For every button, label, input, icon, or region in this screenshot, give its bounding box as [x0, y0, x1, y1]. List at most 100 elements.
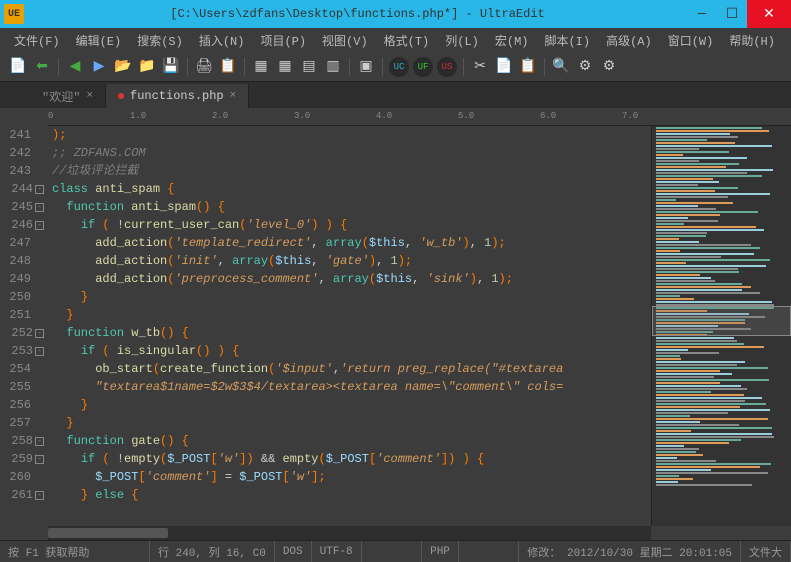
tab[interactable]: "欢迎"×	[30, 84, 106, 108]
menu-item[interactable]: 插入(N)	[193, 30, 251, 51]
status-language[interactable]: PHP	[422, 541, 459, 562]
fold-toggle-icon[interactable]: -	[35, 221, 44, 230]
tool4-icon[interactable]: ▥	[323, 57, 343, 77]
minimap[interactable]	[651, 126, 791, 526]
fold-toggle-icon[interactable]: -	[35, 347, 44, 356]
minimap-line	[656, 205, 698, 207]
code-line[interactable]: if ( !empty($_POST['w']) && empty($_POST…	[52, 450, 651, 468]
scrollbar-thumb[interactable]	[48, 528, 168, 538]
code-line[interactable]: }	[52, 396, 651, 414]
nav-left-icon[interactable]: ◀	[65, 57, 85, 77]
folder-icon[interactable]: 📁	[137, 57, 157, 77]
cut-icon[interactable]: ✂	[470, 57, 490, 77]
minimap-line	[656, 142, 735, 144]
code-line[interactable]: if ( !current_user_can('level_0') ) {	[52, 216, 651, 234]
code-line[interactable]: $_POST['comment'] = $_POST['w'];	[52, 468, 651, 486]
tool1-icon[interactable]: ▦	[251, 57, 271, 77]
ruler-mark: 7.0	[622, 111, 638, 121]
line-number: 248	[9, 252, 31, 270]
tab[interactable]: functions.php×	[106, 84, 249, 108]
us-icon[interactable]: US	[437, 57, 457, 77]
status-encoding[interactable]: UTF-8	[312, 541, 362, 562]
minimap-line	[656, 409, 770, 411]
code-line[interactable]: //垃圾评论拦截	[52, 162, 651, 180]
copy-icon[interactable]: 📄	[494, 57, 514, 77]
menu-item[interactable]: 文件(F)	[8, 30, 66, 51]
minimap-line	[656, 379, 769, 381]
code-line[interactable]: }	[52, 414, 651, 432]
tab-close-icon[interactable]: ×	[230, 90, 237, 102]
code-line[interactable]: function gate() {	[52, 432, 651, 450]
minimap-line	[656, 184, 698, 186]
uf-icon[interactable]: UF	[413, 57, 433, 77]
fold-toggle-icon[interactable]: -	[35, 185, 44, 194]
preview-icon[interactable]: 📋	[218, 57, 238, 77]
minimap-line	[656, 463, 771, 465]
minimap-line	[656, 448, 699, 450]
save-icon[interactable]: 💾	[161, 57, 181, 77]
minimap-line	[656, 196, 728, 198]
fold-toggle-icon[interactable]: -	[35, 203, 44, 212]
minimap-line	[656, 139, 707, 141]
tab-close-icon[interactable]: ×	[86, 90, 93, 102]
code-line[interactable]: );	[52, 126, 651, 144]
menu-item[interactable]: 格式(T)	[378, 30, 436, 51]
find-icon[interactable]: 🔍	[551, 57, 571, 77]
fold-toggle-icon[interactable]: -	[35, 329, 44, 338]
menu-item[interactable]: 视图(V)	[316, 30, 374, 51]
code-line[interactable]: function w_tb() {	[52, 324, 651, 342]
paste-icon[interactable]: 📋	[518, 57, 538, 77]
code-line[interactable]: function anti_spam() {	[52, 198, 651, 216]
menu-item[interactable]: 脚本(I)	[538, 30, 596, 51]
nav-right-icon[interactable]: ▶	[89, 57, 109, 77]
horizontal-scrollbar[interactable]	[48, 526, 651, 540]
menu-item[interactable]: 帮助(H)	[723, 30, 781, 51]
code-line[interactable]: }	[52, 288, 651, 306]
code-line[interactable]: } else {	[52, 486, 651, 504]
menu-item[interactable]: 搜索(S)	[131, 30, 189, 51]
code-line[interactable]: add_action('template_redirect', array($t…	[52, 234, 651, 252]
open-icon[interactable]: 📂	[113, 57, 133, 77]
tool6-icon[interactable]: ⚙	[575, 57, 595, 77]
menu-item[interactable]: 高级(A)	[600, 30, 658, 51]
code-line[interactable]: "textarea$1name=$2w$3$4/textarea><textar…	[52, 378, 651, 396]
minimap-line	[656, 226, 756, 228]
menu-item[interactable]: 项目(P)	[254, 30, 312, 51]
code-line[interactable]: class anti_spam {	[52, 180, 651, 198]
code-line[interactable]: add_action('init', array($this, 'gate'),…	[52, 252, 651, 270]
code-line[interactable]: ;; ZDFANS.COM	[52, 144, 651, 162]
minimap-viewport[interactable]	[652, 306, 791, 336]
line-gutter: 241242243244-245-246-247248249250251252-…	[0, 126, 48, 526]
status-eol[interactable]: DOS	[275, 541, 312, 562]
code-line[interactable]: ob_start(create_function('$input','retur…	[52, 360, 651, 378]
line-number: 245	[11, 198, 33, 216]
minimap-line	[656, 484, 752, 486]
minimize-button[interactable]: —	[687, 0, 717, 28]
tool3-icon[interactable]: ▤	[299, 57, 319, 77]
ruler-mark: 6.0	[540, 111, 556, 121]
menu-item[interactable]: 窗口(W)	[662, 30, 720, 51]
menu-item[interactable]: 宏(M)	[489, 30, 535, 51]
close-button[interactable]: ✕	[747, 0, 791, 28]
minimap-line	[656, 445, 684, 447]
code-line[interactable]: add_action('preprocess_comment', array($…	[52, 270, 651, 288]
menu-item[interactable]: 列(L)	[439, 30, 485, 51]
tool2-icon[interactable]: ▦	[275, 57, 295, 77]
line-number: 255	[9, 378, 31, 396]
fold-toggle-icon[interactable]: -	[35, 437, 44, 446]
print-icon[interactable]: 🖨	[194, 57, 214, 77]
titlebar[interactable]: UE [C:\Users\zdfans\Desktop\functions.ph…	[0, 0, 791, 28]
fold-toggle-icon[interactable]: -	[35, 455, 44, 464]
tool5-icon[interactable]: ▣	[356, 57, 376, 77]
tool7-icon[interactable]: ⚙	[599, 57, 619, 77]
menu-item[interactable]: 编辑(E)	[70, 30, 128, 51]
code-editor[interactable]: );;; ZDFANS.COM//垃圾评论拦截class anti_spam {…	[48, 126, 651, 526]
new-icon[interactable]: 📄	[8, 57, 28, 77]
code-line[interactable]: if ( is_singular() ) {	[52, 342, 651, 360]
uc-icon[interactable]: UC	[389, 57, 409, 77]
code-line[interactable]: }	[52, 306, 651, 324]
minimap-line	[656, 418, 768, 420]
maximize-button[interactable]: ☐	[717, 0, 747, 28]
fold-toggle-icon[interactable]: -	[35, 491, 44, 500]
back-icon[interactable]: ⬅	[32, 57, 52, 77]
